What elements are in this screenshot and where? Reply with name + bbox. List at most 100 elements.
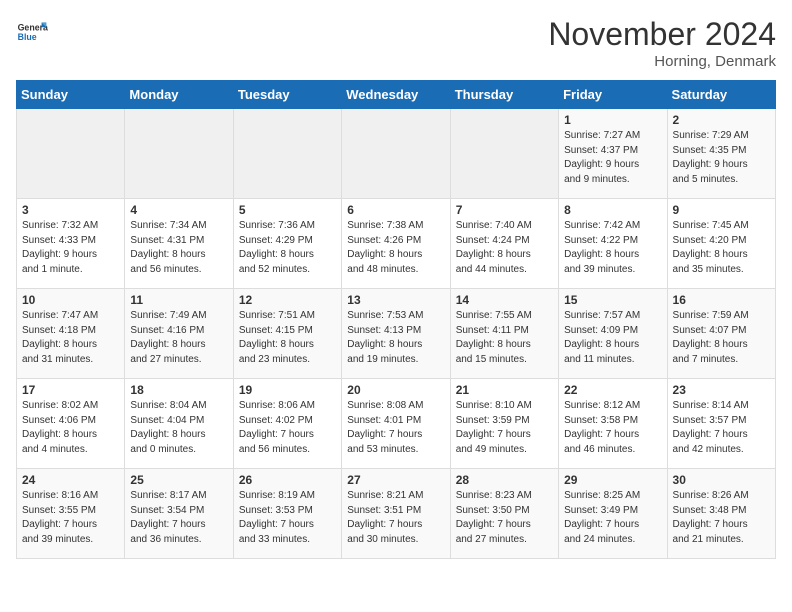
day-number: 21 xyxy=(456,383,553,397)
calendar-day-cell: 8 Sunrise: 7:42 AM Sunset: 4:22 PM Daylig… xyxy=(559,199,667,289)
day-number: 28 xyxy=(456,473,553,487)
day-info: Sunrise: 7:47 AM Sunset: 4:18 PM Dayligh… xyxy=(22,309,119,367)
calendar-day-cell: 14 Sunrise: 7:55 AM Sunset: 4:11 PM Dayli… xyxy=(450,289,558,379)
calendar-day-cell: 6Sunrise: 7:38 AM Sunset: 4:26 PM Daylig… xyxy=(342,199,450,289)
calendar-day-cell: 11Sunrise: 7:49 AM Sunset: 4:16 PM Dayli… xyxy=(125,289,233,379)
calendar-day-cell: 26 Sunrise: 8:19 AM Sunset: 3:53 PM Dayli… xyxy=(233,469,341,559)
title-area: November 2024 Horning, Denmark xyxy=(548,16,776,70)
day-info: Sunrise: 7:32 AM Sunset: 4:33 PM Dayligh… xyxy=(22,219,119,277)
day-number: 29 xyxy=(564,473,661,487)
day-number: 19 xyxy=(239,383,336,397)
calendar-day-cell: 13Sunrise: 7:53 AM Sunset: 4:13 PM Dayli… xyxy=(342,289,450,379)
calendar-day-cell: 2Sunrise: 7:29 AM Sunset: 4:35 PM Daylig… xyxy=(667,109,775,199)
day-info: Sunrise: 8:16 AM Sunset: 3:55 PM Dayligh… xyxy=(22,489,119,547)
day-number: 27 xyxy=(347,473,444,487)
calendar-day-cell: 19 Sunrise: 8:06 AM Sunset: 4:02 PM Dayli… xyxy=(233,379,341,469)
weekday-header: Sunday xyxy=(17,81,125,109)
calendar-day-cell xyxy=(17,109,125,199)
logo: General Blue xyxy=(16,16,48,48)
day-number: 9 xyxy=(673,203,770,217)
day-info: Sunrise: 8:14 AM Sunset: 3:57 PM Dayligh… xyxy=(673,399,770,457)
day-number: 20 xyxy=(347,383,444,397)
calendar-day-cell: 7Sunrise: 7:40 AM Sunset: 4:24 PM Daylig… xyxy=(450,199,558,289)
calendar-week-row: 17 Sunrise: 8:02 AM Sunset: 4:06 PM Dayli… xyxy=(17,379,776,469)
calendar-day-cell: 5 Sunrise: 7:36 AM Sunset: 4:29 PM Daylig… xyxy=(233,199,341,289)
day-info: Sunrise: 8:26 AM Sunset: 3:48 PM Dayligh… xyxy=(673,489,770,547)
calendar-body: 1 Sunrise: 7:27 AM Sunset: 4:37 PM Daylig… xyxy=(17,109,776,559)
day-number: 25 xyxy=(130,473,227,487)
calendar-day-cell xyxy=(125,109,233,199)
calendar-day-cell xyxy=(233,109,341,199)
day-info: Sunrise: 7:27 AM Sunset: 4:37 PM Dayligh… xyxy=(564,129,661,187)
day-number: 13 xyxy=(347,293,444,307)
day-info: Sunrise: 7:38 AM Sunset: 4:26 PM Dayligh… xyxy=(347,219,444,277)
day-info: Sunrise: 8:02 AM Sunset: 4:06 PM Dayligh… xyxy=(22,399,119,457)
calendar-day-cell: 22Sunrise: 8:12 AM Sunset: 3:58 PM Dayli… xyxy=(559,379,667,469)
weekday-row: SundayMondayTuesdayWednesdayThursdayFrid… xyxy=(17,81,776,109)
calendar-day-cell: 24 Sunrise: 8:16 AM Sunset: 3:55 PM Dayli… xyxy=(17,469,125,559)
day-info: Sunrise: 8:06 AM Sunset: 4:02 PM Dayligh… xyxy=(239,399,336,457)
day-info: Sunrise: 8:21 AM Sunset: 3:51 PM Dayligh… xyxy=(347,489,444,547)
day-info: Sunrise: 8:10 AM Sunset: 3:59 PM Dayligh… xyxy=(456,399,553,457)
day-number: 16 xyxy=(673,293,770,307)
calendar-day-cell: 16Sunrise: 7:59 AM Sunset: 4:07 PM Dayli… xyxy=(667,289,775,379)
calendar-day-cell: 23 Sunrise: 8:14 AM Sunset: 3:57 PM Dayli… xyxy=(667,379,775,469)
day-number: 12 xyxy=(239,293,336,307)
weekday-header: Wednesday xyxy=(342,81,450,109)
day-number: 1 xyxy=(564,113,661,127)
day-info: Sunrise: 7:29 AM Sunset: 4:35 PM Dayligh… xyxy=(673,129,770,187)
location: Horning, Denmark xyxy=(548,53,776,70)
calendar-day-cell: 28 Sunrise: 8:23 AM Sunset: 3:50 PM Dayli… xyxy=(450,469,558,559)
calendar-day-cell: 21 Sunrise: 8:10 AM Sunset: 3:59 PM Dayli… xyxy=(450,379,558,469)
calendar-day-cell: 15Sunrise: 7:57 AM Sunset: 4:09 PM Dayli… xyxy=(559,289,667,379)
day-number: 17 xyxy=(22,383,119,397)
calendar-day-cell: 18Sunrise: 8:04 AM Sunset: 4:04 PM Dayli… xyxy=(125,379,233,469)
calendar-day-cell: 10 Sunrise: 7:47 AM Sunset: 4:18 PM Dayli… xyxy=(17,289,125,379)
day-number: 24 xyxy=(22,473,119,487)
logo-icon: General Blue xyxy=(16,16,48,48)
calendar-day-cell: 30 Sunrise: 8:26 AM Sunset: 3:48 PM Dayli… xyxy=(667,469,775,559)
day-info: Sunrise: 7:49 AM Sunset: 4:16 PM Dayligh… xyxy=(130,309,227,367)
calendar-week-row: 24 Sunrise: 8:16 AM Sunset: 3:55 PM Dayli… xyxy=(17,469,776,559)
day-info: Sunrise: 8:25 AM Sunset: 3:49 PM Dayligh… xyxy=(564,489,661,547)
weekday-header: Tuesday xyxy=(233,81,341,109)
calendar-week-row: 3 Sunrise: 7:32 AM Sunset: 4:33 PM Daylig… xyxy=(17,199,776,289)
day-number: 8 xyxy=(564,203,661,217)
calendar-day-cell xyxy=(342,109,450,199)
page-header: General Blue November 2024 Horning, Denm… xyxy=(16,16,776,70)
day-info: Sunrise: 8:17 AM Sunset: 3:54 PM Dayligh… xyxy=(130,489,227,547)
day-info: Sunrise: 7:51 AM Sunset: 4:15 PM Dayligh… xyxy=(239,309,336,367)
day-number: 15 xyxy=(564,293,661,307)
day-number: 10 xyxy=(22,293,119,307)
day-info: Sunrise: 8:12 AM Sunset: 3:58 PM Dayligh… xyxy=(564,399,661,457)
calendar-day-cell: 3 Sunrise: 7:32 AM Sunset: 4:33 PM Daylig… xyxy=(17,199,125,289)
calendar-day-cell: 29 Sunrise: 8:25 AM Sunset: 3:49 PM Dayli… xyxy=(559,469,667,559)
day-number: 4 xyxy=(130,203,227,217)
calendar-day-cell: 12 Sunrise: 7:51 AM Sunset: 4:15 PM Dayli… xyxy=(233,289,341,379)
day-info: Sunrise: 8:19 AM Sunset: 3:53 PM Dayligh… xyxy=(239,489,336,547)
calendar-day-cell xyxy=(450,109,558,199)
day-info: Sunrise: 7:42 AM Sunset: 4:22 PM Dayligh… xyxy=(564,219,661,277)
day-number: 5 xyxy=(239,203,336,217)
day-info: Sunrise: 7:55 AM Sunset: 4:11 PM Dayligh… xyxy=(456,309,553,367)
calendar-day-cell: 1 Sunrise: 7:27 AM Sunset: 4:37 PM Daylig… xyxy=(559,109,667,199)
day-info: Sunrise: 7:34 AM Sunset: 4:31 PM Dayligh… xyxy=(130,219,227,277)
weekday-header: Saturday xyxy=(667,81,775,109)
day-info: Sunrise: 8:08 AM Sunset: 4:01 PM Dayligh… xyxy=(347,399,444,457)
svg-text:Blue: Blue xyxy=(18,32,37,42)
calendar-day-cell: 17 Sunrise: 8:02 AM Sunset: 4:06 PM Dayli… xyxy=(17,379,125,469)
month-title: November 2024 xyxy=(548,16,776,53)
day-number: 3 xyxy=(22,203,119,217)
day-info: Sunrise: 8:23 AM Sunset: 3:50 PM Dayligh… xyxy=(456,489,553,547)
calendar-week-row: 10 Sunrise: 7:47 AM Sunset: 4:18 PM Dayli… xyxy=(17,289,776,379)
day-number: 30 xyxy=(673,473,770,487)
day-number: 26 xyxy=(239,473,336,487)
day-info: Sunrise: 7:40 AM Sunset: 4:24 PM Dayligh… xyxy=(456,219,553,277)
day-number: 14 xyxy=(456,293,553,307)
day-number: 23 xyxy=(673,383,770,397)
day-info: Sunrise: 7:36 AM Sunset: 4:29 PM Dayligh… xyxy=(239,219,336,277)
calendar-day-cell: 4 Sunrise: 7:34 AM Sunset: 4:31 PM Daylig… xyxy=(125,199,233,289)
day-number: 18 xyxy=(130,383,227,397)
calendar-header: SundayMondayTuesdayWednesdayThursdayFrid… xyxy=(17,81,776,109)
day-info: Sunrise: 7:45 AM Sunset: 4:20 PM Dayligh… xyxy=(673,219,770,277)
